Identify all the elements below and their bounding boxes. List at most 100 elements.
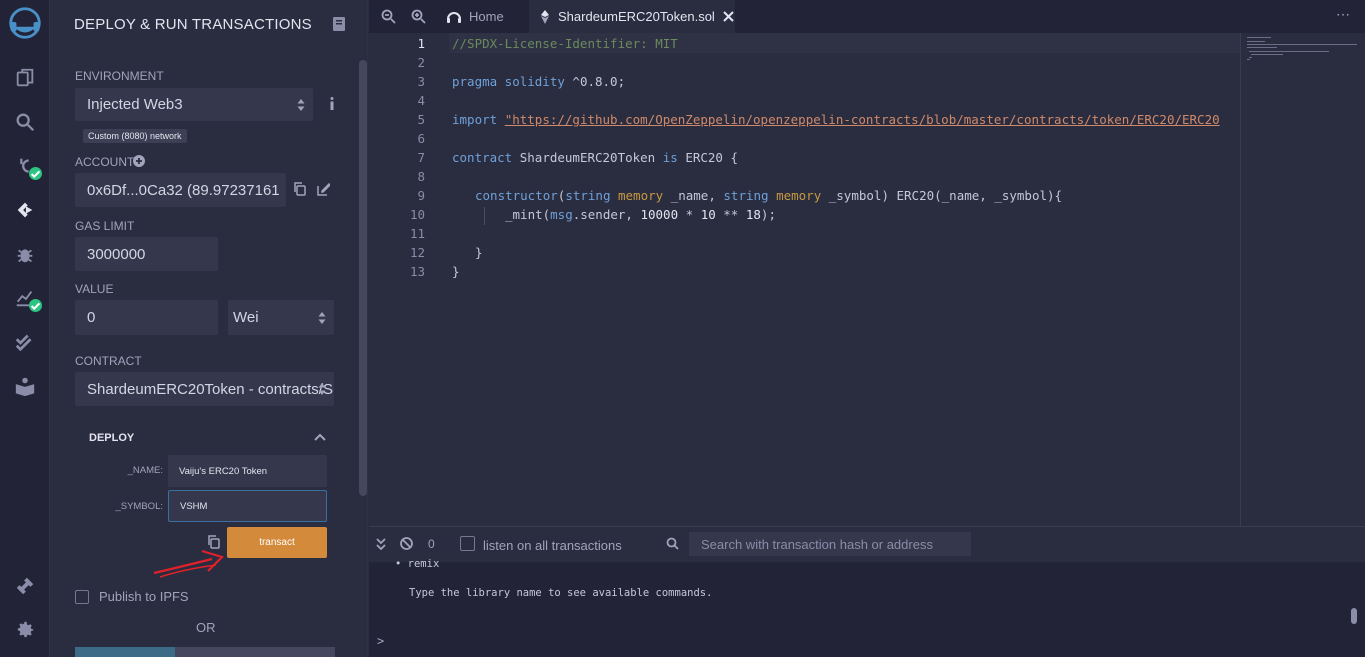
publish-ipfs-checkbox[interactable] — [75, 590, 89, 604]
file-explorer-icon[interactable] — [0, 58, 50, 98]
icon-bar — [0, 0, 50, 657]
deploy-run-icon[interactable] — [0, 190, 50, 230]
publish-ipfs-label: Publish to IPFS — [99, 589, 189, 604]
environment-value: Injected Web3 — [87, 96, 183, 113]
info-icon[interactable] — [329, 97, 335, 110]
code-line-10: _mint(msg.sender, 10000 * 10 ** 18); — [505, 207, 776, 222]
value-unit: Wei — [233, 309, 259, 326]
value-input[interactable]: 0 — [75, 300, 218, 335]
contract-value: ShardeumERC20Token - contracts/Sh — [87, 380, 334, 398]
code-token: _name, — [663, 188, 724, 203]
constructor-keyword: constructor — [475, 188, 558, 203]
gas-limit-input[interactable]: 3000000 — [75, 237, 218, 271]
param-symbol-input[interactable]: VSHM — [168, 490, 327, 522]
minimap-line — [1247, 41, 1265, 42]
param-name-label: _NAME: — [127, 465, 163, 476]
zoom-out-icon[interactable] — [381, 9, 396, 24]
terminal-search-icon — [666, 537, 679, 550]
terminal-scrollbar[interactable] — [1351, 608, 1357, 624]
contract-name: ShardeumERC20Token — [512, 150, 663, 165]
pragma-keyword: pragma solidity — [452, 74, 565, 89]
solidity-compiler-icon[interactable] — [0, 146, 50, 186]
solidity-file-icon — [541, 9, 549, 24]
add-account-icon[interactable] — [133, 155, 145, 167]
contract-base: ERC20 { — [677, 150, 739, 165]
line-number: 7 — [417, 150, 425, 165]
tab-home[interactable]: Home — [433, 0, 525, 33]
terminal-toolbar: 0 listen on all transactions Search with… — [369, 526, 1365, 562]
value-label: VALUE — [75, 282, 114, 296]
code-line-7: contract ShardeumERC20Token is ERC20 { — [452, 150, 738, 165]
pending-tx-count: 0 — [428, 537, 435, 551]
pragma-version: ^0.8.0; — [564, 74, 626, 89]
terminal-output[interactable]: • remix Type the library name to see ava… — [369, 558, 1365, 657]
plugin-manager-icon[interactable] — [0, 566, 50, 606]
analytics-icon[interactable] — [0, 278, 50, 318]
value-unit-select[interactable]: Wei — [228, 300, 334, 335]
zoom-in-icon[interactable] — [411, 9, 426, 24]
minimap-line — [1247, 44, 1357, 45]
import-url[interactable]: "https://github.com/OpenZeppelin/openzep… — [505, 112, 1220, 127]
minimap-line — [1249, 57, 1252, 58]
collapse-terminal-icon[interactable] — [376, 538, 386, 550]
minimap-line — [1247, 37, 1271, 38]
learneth-icon[interactable] — [0, 366, 50, 406]
line-number: 12 — [409, 245, 425, 260]
code-token: string — [565, 188, 611, 203]
code-token: 10000 — [640, 207, 679, 222]
account-select[interactable]: 0x6Df...0Ca32 (89.97237161 — [75, 173, 286, 207]
tab-shardeum-erc20[interactable]: ShardeumERC20Token.sol — [529, 0, 735, 33]
transaction-search-input[interactable]: Search with transaction hash or address — [689, 532, 971, 556]
settings-gear-icon[interactable] — [0, 610, 50, 650]
transact-button[interactable]: transact — [227, 527, 327, 558]
contract-label: CONTRACT — [75, 354, 142, 368]
is-keyword: is — [662, 150, 678, 165]
code-editor[interactable]: 1 2 3 4 5 6 7 8 9 10 11 12 13 //SPDX-Lic… — [369, 33, 1240, 526]
tab-shardeum-erc20-label: ShardeumERC20Token.sol — [558, 9, 715, 24]
line-number: 5 — [417, 112, 425, 127]
account-label: ACCOUNT — [75, 155, 135, 169]
terminal-bullet-text: remix — [407, 558, 440, 570]
code-line-12: } — [475, 245, 483, 260]
listen-all-checkbox[interactable] — [460, 536, 475, 551]
analytics-check-icon — [29, 299, 42, 312]
collapse-chevron-up-icon[interactable] — [314, 433, 326, 441]
code-token: string — [723, 188, 769, 203]
contract-keyword: contract — [452, 150, 513, 165]
tab-home-label: Home — [469, 9, 504, 24]
search-icon[interactable] — [0, 102, 50, 142]
deploy-section-label: DEPLOY — [89, 432, 135, 444]
license-comment: //SPDX-License-Identifier: MIT — [452, 36, 678, 51]
terminal-bullet-item: • remix — [395, 558, 440, 570]
line-number: 10 — [409, 207, 425, 222]
minimap-line — [1251, 54, 1283, 55]
code-line-13: } — [452, 264, 460, 279]
clear-terminal-icon[interactable] — [400, 537, 413, 550]
documentation-icon[interactable] — [333, 17, 345, 31]
unit-testing-icon[interactable] — [0, 322, 50, 362]
close-tab-icon[interactable] — [723, 11, 734, 22]
terminal-help-text: Type the library name to see available c… — [409, 587, 713, 599]
environment-select[interactable]: Injected Web3 — [75, 88, 313, 121]
minimap-line — [1247, 59, 1250, 60]
param-name-input[interactable]: Vaiju's ERC20 Token — [168, 455, 327, 487]
at-address-button[interactable] — [75, 647, 175, 657]
sign-message-icon[interactable] — [317, 183, 330, 196]
remix-logo-icon[interactable] — [0, 3, 50, 43]
code-line-1: //SPDX-License-Identifier: MIT — [452, 36, 678, 51]
line-number: 1 — [417, 36, 425, 51]
debugger-icon[interactable] — [0, 234, 50, 274]
panel-scrollbar[interactable] — [359, 60, 367, 496]
terminal-prompt[interactable]: > — [377, 634, 384, 648]
at-address-bar[interactable] — [75, 647, 335, 657]
code-token: memory — [610, 188, 664, 203]
editor-minimap[interactable] — [1240, 33, 1365, 526]
minimap-line — [1247, 47, 1277, 48]
select-arrows-icon — [297, 98, 305, 111]
contract-select-arrows-icon — [318, 383, 326, 395]
more-options-icon[interactable]: ⋯ — [1336, 6, 1351, 23]
code-line-5: import "https://github.com/OpenZeppelin/… — [452, 112, 1220, 127]
copy-account-icon[interactable] — [293, 182, 306, 196]
code-token: ** — [715, 207, 746, 222]
contract-select[interactable]: ShardeumERC20Token - contracts/Sh — [75, 372, 334, 406]
